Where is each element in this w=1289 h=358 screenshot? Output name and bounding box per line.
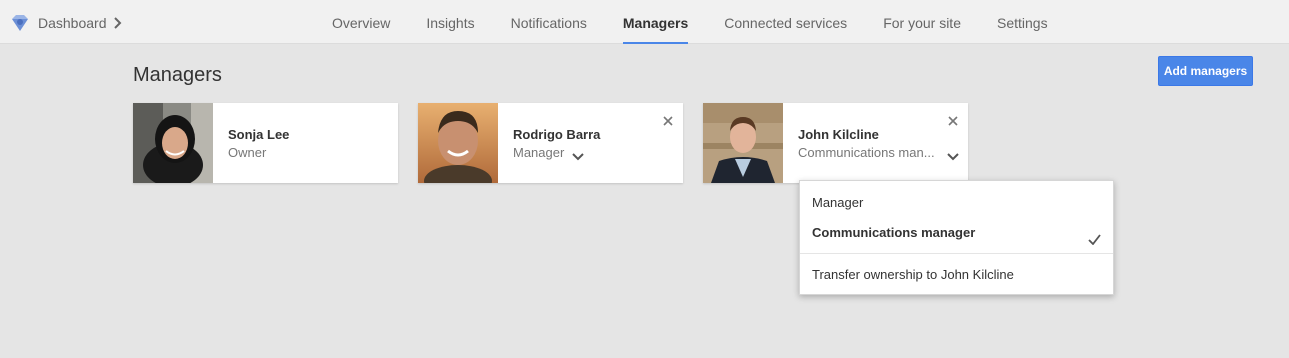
menu-item-label: Manager <box>812 195 864 210</box>
manager-role-label: Communications man... <box>798 145 935 160</box>
dashboard-breadcrumb[interactable]: Dashboard <box>10 12 123 34</box>
main-nav: Overview Insights Notifications Managers… <box>332 0 1084 44</box>
checkmark-icon <box>1088 227 1101 246</box>
tab-managers[interactable]: Managers <box>622 0 689 44</box>
manager-card: Sonja Lee Owner <box>133 103 398 183</box>
tab-insights[interactable]: Insights <box>426 0 474 44</box>
role-menu: Manager Communications manager Transfer … <box>799 180 1114 295</box>
remove-manager-icon[interactable] <box>663 113 673 126</box>
dashboard-label[interactable]: Dashboard <box>38 13 107 33</box>
avatar <box>133 103 213 183</box>
chevron-down-icon <box>572 149 585 161</box>
tab-settings[interactable]: Settings <box>997 0 1048 44</box>
google-my-business-icon <box>10 13 30 33</box>
tab-notifications[interactable]: Notifications <box>511 0 587 44</box>
role-dropdown[interactable]: Communications man... <box>798 145 959 161</box>
add-managers-button[interactable]: Add managers <box>1158 56 1253 86</box>
manager-role-label: Manager <box>513 145 565 160</box>
manager-role-label: Owner <box>228 145 267 160</box>
remove-manager-icon[interactable] <box>948 113 958 126</box>
menu-item-transfer-ownership[interactable]: Transfer ownership to John Kilcline <box>800 261 1113 289</box>
tab-for-your-site[interactable]: For your site <box>883 0 961 44</box>
menu-item-manager[interactable]: Manager <box>800 189 1113 217</box>
menu-item-label: Transfer ownership to John Kilcline <box>812 267 1014 282</box>
manager-role: Owner <box>228 145 266 161</box>
avatar <box>418 103 498 183</box>
menu-item-label: Communications manager <box>812 225 976 240</box>
page-title: Managers <box>133 64 222 86</box>
manager-name: Rodrigo Barra <box>513 127 601 142</box>
role-dropdown[interactable]: Manager <box>513 145 585 161</box>
menu-item-communications-manager[interactable]: Communications manager <box>800 219 1113 247</box>
manager-card: John Kilcline Communications man... <box>703 103 968 183</box>
manager-card: Rodrigo Barra Manager <box>418 103 683 183</box>
chevron-right-icon <box>113 16 123 30</box>
chevron-down-icon <box>946 149 959 161</box>
tab-overview[interactable]: Overview <box>332 0 390 44</box>
top-bar: Dashboard Overview Insights Notification… <box>0 0 1289 44</box>
manager-name: Sonja Lee <box>228 127 290 142</box>
tab-connected-services[interactable]: Connected services <box>724 0 847 44</box>
manager-name: John Kilcline <box>798 127 879 142</box>
menu-divider <box>800 253 1113 254</box>
avatar <box>703 103 783 183</box>
